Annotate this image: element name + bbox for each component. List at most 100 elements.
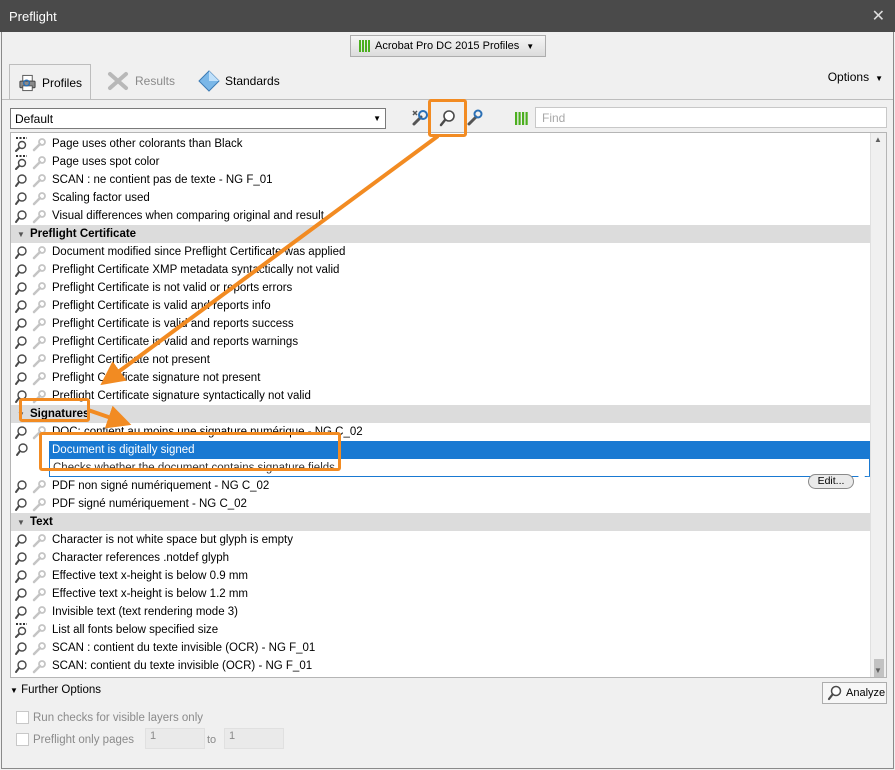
tab-profiles-label: Profiles [41,75,82,90]
check-row[interactable]: SCAN: contient du texte invisible (OCR) … [11,657,871,675]
category-row[interactable]: ▼ Preflight Certificate [11,225,871,243]
profiles-dropdown-button[interactable]: Acrobat Pro DC 2015 Profiles ▼ [350,35,546,57]
edit-button[interactable]: Edit... [808,474,854,489]
row-label: SCAN : contient du texte invisible (OCR)… [52,642,316,654]
row-icons [11,622,47,638]
visible-layers-option[interactable]: Run checks for visible layers only [16,711,203,724]
chevron-down-icon: ▼ [526,41,535,51]
category-row[interactable]: ▼ Signatures [11,405,871,423]
magnifier-icon [16,443,28,456]
fixup-magnifier-icon [15,154,27,170]
magnifier-icon [15,371,27,385]
magnifier-icon [15,281,27,295]
row-label: SCAN: contient du texte invisible (OCR) … [52,660,313,672]
row-label: Page uses spot color [52,156,160,168]
options-menu[interactable]: Options ▼ [828,70,883,84]
check-row[interactable]: Preflight Certificate is valid and repor… [11,315,871,333]
magnifier-icon [15,569,27,583]
check-row[interactable]: Scaling factor used [11,189,871,207]
list-scrollbar[interactable]: ▲ ▼ [870,133,886,677]
printer-icon [19,74,36,91]
row-icons [11,263,47,278]
magnifier-icon [15,317,27,331]
visible-layers-checkbox[interactable] [16,711,29,724]
check-row[interactable]: Invisible text (text rendering mode 3) [11,603,871,621]
fixup-row[interactable]: Page uses other colorants than Black [11,135,871,153]
pages-only-option[interactable]: Preflight only pages [16,733,134,746]
tab-standards[interactable]: Standards [190,64,288,98]
check-row[interactable]: Preflight Certificate signature syntacti… [11,387,871,405]
profile-library-select[interactable]: Default ▼ [10,108,386,129]
check-row[interactable]: Character is not white space but glyph i… [11,531,871,549]
wrench-icon [32,191,46,205]
wrench-icon [32,587,46,601]
category-row[interactable]: ▼ Text [11,513,871,531]
page-from-input[interactable]: 1 [145,728,205,749]
row-label: Visual differences when comparing origin… [52,210,324,222]
check-row[interactable]: PDF non signé numériquement - NG C_02 [11,477,871,495]
row-icons [11,497,47,512]
check-row[interactable]: Preflight Certificate is valid and repor… [11,297,871,315]
magnifier-icon [15,641,27,655]
wrench-icon [32,209,46,223]
check-row[interactable]: Preflight Certificate not present [11,351,871,369]
check-row[interactable]: Visual differences when comparing origin… [11,207,871,225]
wrench-icon [32,245,46,259]
row-label: Character references .notdef glyph [52,552,230,564]
fixup-row[interactable]: List all fonts below specified size [11,621,871,639]
check-row[interactable]: Preflight Certificate XMP metadata synta… [11,261,871,279]
check-row[interactable]: Preflight Certificate is not valid or re… [11,279,871,297]
fixup-magnifier-icon [15,622,27,638]
check-row[interactable]: PDF signé numériquement - NG C_02 [11,495,871,513]
check-row[interactable]: SCAN : ne contient pas de texte - NG F_0… [11,171,871,189]
annotation-highlight-magnifier [428,99,467,137]
profiles-bars-icon [359,40,370,52]
triangle-down-icon[interactable]: ▼ [11,518,27,527]
row-icons [11,136,47,152]
further-options-toggle[interactable]: ▼ Further Options [10,684,101,696]
magnifier-icon [15,659,27,673]
profiles-bars-icon [515,112,528,125]
wrench-icon [32,353,46,367]
pages-only-checkbox[interactable] [16,733,29,746]
magnifier-icon [15,425,27,439]
triangle-down-icon[interactable]: ▼ [11,230,27,239]
magnifier-icon [15,191,27,205]
close-icon[interactable]: ✕ [872,6,885,26]
page-to-input[interactable]: 1 [224,728,284,749]
row-label: Effective text x-height is below 0.9 mm [52,570,249,582]
fixup-row[interactable]: Page uses spot color [11,153,871,171]
visible-layers-label: Run checks for visible layers only [33,711,204,724]
wrench-icon [32,137,46,151]
row-label: Effective text x-height is below 1.2 mm [52,588,249,600]
check-row[interactable]: Effective text x-height is below 1.2 mm [11,585,871,603]
check-row[interactable]: SCAN : contient du texte invisible (OCR)… [11,639,871,657]
magnifier-icon [15,533,27,547]
preflight-list[interactable]: Page uses other colorants than Black Page… [10,132,887,678]
tab-results[interactable]: Results [98,64,183,98]
row-icons [11,245,47,260]
profile-library-value: Default [15,112,54,126]
select-profiles-button[interactable] [509,106,533,130]
tab-standards-label: Standards [225,74,280,88]
row-icons [11,154,47,170]
row-icons [11,209,47,224]
wrench-icon [32,533,46,547]
scroll-down-icon[interactable]: ▼ [874,666,882,675]
to-label: to [207,734,217,746]
check-row[interactable]: Preflight Certificate is valid and repor… [11,333,871,351]
row-label: Preflight Certificate XMP metadata synta… [52,264,340,276]
row-label: Page uses other colorants than Black [52,138,243,150]
find-input[interactable]: Find [535,107,887,128]
check-row[interactable]: Effective text x-height is below 0.9 mm [11,567,871,585]
magnifier-icon [15,605,27,619]
check-row[interactable]: Character references .notdef glyph [11,549,871,567]
check-row[interactable]: Preflight Certificate signature not pres… [11,369,871,387]
wrench-icon [32,335,46,349]
analyze-button[interactable]: Analyze [822,682,887,704]
scroll-up-icon[interactable]: ▲ [874,135,882,144]
row-label: Text [30,516,53,528]
tab-profiles[interactable]: Profiles [9,64,91,100]
check-row[interactable]: Document modified since Preflight Certif… [11,243,871,261]
wrench-icon [32,371,46,385]
